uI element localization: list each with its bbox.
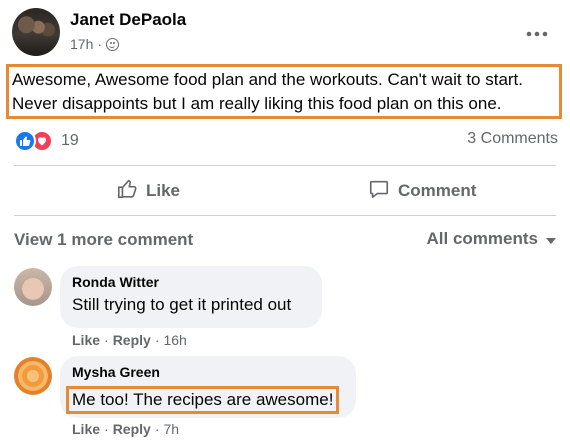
post-text-line-2: Never disappoints but I am really liking… [12, 94, 502, 113]
commenter-name[interactable]: Mysha Green [72, 364, 344, 380]
comment-time[interactable]: 7h [163, 421, 179, 437]
commenter-avatar-mysha[interactable] [14, 357, 52, 395]
view-more-comments-link[interactable]: View 1 more comment [14, 230, 193, 250]
commenter-avatar-ronda[interactable] [14, 268, 52, 306]
post-text-line-1: Awesome, Awesome food plan and the worko… [12, 70, 524, 89]
comment-bubble: Ronda Witter Still trying to get it prin… [60, 266, 322, 328]
comment-label: Comment [398, 181, 477, 200]
author-name[interactable]: Janet DePaola [70, 10, 186, 30]
like-reaction-icon [14, 130, 36, 152]
comment-button[interactable]: Comment [368, 176, 476, 206]
post-meta: 17h · [70, 36, 120, 52]
comment-like-link[interactable]: Like [72, 421, 100, 437]
globe-icon [106, 37, 120, 51]
comment-reply-link[interactable]: Reply [113, 332, 151, 348]
commenter-name[interactable]: Ronda Witter [72, 274, 310, 290]
divider-bottom [14, 215, 556, 216]
comment-text-highlighted: Me too! The recipes are awesome! [66, 386, 340, 414]
comment-filter-label: All comments [426, 229, 538, 248]
like-label: Like [146, 181, 181, 200]
meta-separator: · [97, 36, 103, 52]
comment-actions: Like · Reply · 16h [72, 332, 187, 348]
post-time[interactable]: 17h [70, 36, 93, 52]
comment-time[interactable]: 16h [163, 332, 186, 348]
comment-text: Still trying to get it printed out [72, 295, 292, 314]
reaction-count: 19 [61, 132, 79, 149]
comment-icon [368, 178, 390, 205]
more-icon[interactable] [526, 20, 548, 43]
comments-count[interactable]: 3 Comments [467, 130, 558, 148]
comment-reply-link[interactable]: Reply [113, 421, 151, 437]
comment-like-link[interactable]: Like [72, 332, 100, 348]
reactions-summary[interactable]: 19 [14, 130, 79, 152]
caret-down-icon [546, 237, 556, 244]
post-header: Janet DePaola 17h · [12, 8, 558, 60]
like-button[interactable]: Like [116, 176, 180, 206]
divider-top [14, 165, 556, 166]
comment-actions: Like · Reply · 7h [72, 421, 180, 437]
author-avatar[interactable] [12, 8, 60, 56]
post-text: Awesome, Awesome food plan and the worko… [6, 64, 562, 119]
thumbs-up-icon [116, 178, 138, 205]
comment-bubble: Mysha Green Me too! The recipes are awes… [60, 356, 356, 418]
comment-filter-dropdown[interactable]: All comments [427, 229, 556, 249]
